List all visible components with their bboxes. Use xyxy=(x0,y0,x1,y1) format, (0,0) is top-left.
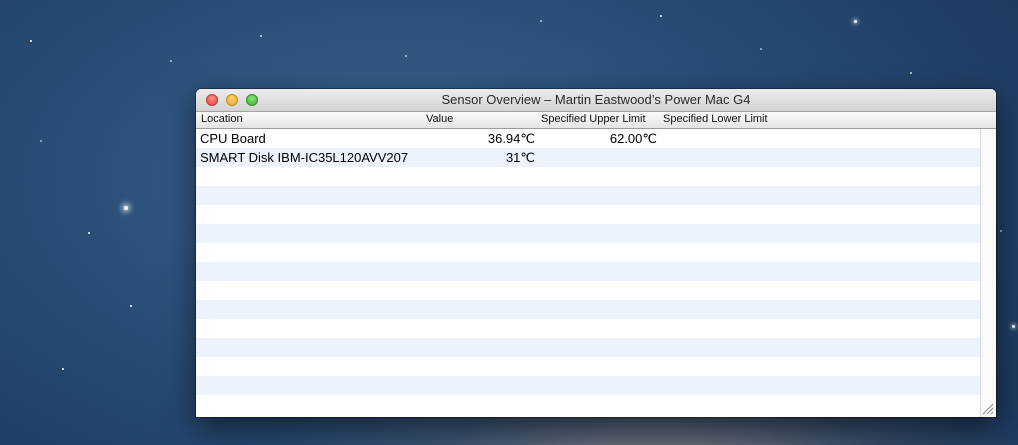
vertical-scrollbar[interactable] xyxy=(980,129,996,417)
star xyxy=(130,305,132,307)
row-location-cell: SMART Disk IBM-IC35L120AVV207 xyxy=(200,150,409,165)
empty-table-row[interactable] xyxy=(196,167,980,186)
title-bar[interactable]: Sensor Overview – Martin Eastwood’s Powe… xyxy=(196,89,996,112)
star xyxy=(1012,325,1015,328)
sensor-table-body: CPU Board 36.94℃ 62.00℃ SMART Disk IBM-IC35… xyxy=(196,129,980,417)
empty-table-row[interactable] xyxy=(196,319,980,338)
star xyxy=(910,72,912,74)
empty-table-row[interactable] xyxy=(196,300,980,319)
star xyxy=(760,48,762,50)
table-header: Location Value Specified Upper Limit Spe… xyxy=(196,112,996,129)
star xyxy=(540,20,542,22)
star xyxy=(260,35,262,37)
empty-table-row[interactable] xyxy=(196,186,980,205)
empty-table-row[interactable] xyxy=(196,243,980,262)
empty-table-row[interactable] xyxy=(196,205,980,224)
window-title: Sensor Overview – Martin Eastwood’s Powe… xyxy=(441,92,751,107)
star xyxy=(854,20,857,23)
empty-table-row[interactable] xyxy=(196,338,980,357)
column-header-upper-limit[interactable]: Specified Upper Limit xyxy=(541,113,646,125)
empty-table-row[interactable] xyxy=(196,357,980,376)
star xyxy=(88,232,90,234)
star xyxy=(40,140,42,142)
star xyxy=(1000,230,1002,232)
star xyxy=(62,368,64,370)
star xyxy=(405,55,407,57)
row-value-cell: 36.94℃ xyxy=(487,131,535,146)
table-row[interactable]: CPU Board 36.94℃ 62.00℃ xyxy=(196,129,980,148)
empty-table-row[interactable] xyxy=(196,224,980,243)
empty-table-row[interactable] xyxy=(196,395,980,414)
star xyxy=(124,206,128,210)
table-row[interactable]: SMART Disk IBM-IC35L120AVV207 31℃ xyxy=(196,148,980,167)
column-header-value[interactable]: Value xyxy=(426,113,453,125)
empty-table-row[interactable] xyxy=(196,281,980,300)
sensor-overview-window: Sensor Overview – Martin Eastwood’s Powe… xyxy=(196,89,996,417)
row-location-cell: CPU Board xyxy=(200,131,266,146)
resize-grip-icon[interactable] xyxy=(982,403,994,415)
column-header-location[interactable]: Location xyxy=(201,113,243,125)
star xyxy=(660,15,662,17)
star xyxy=(170,60,172,62)
empty-table-row[interactable] xyxy=(196,262,980,281)
empty-table-row[interactable] xyxy=(196,376,980,395)
row-value-cell: 31℃ xyxy=(505,150,535,165)
column-header-lower-limit[interactable]: Specified Lower Limit xyxy=(663,113,768,125)
row-upper-limit-cell: 62.00℃ xyxy=(609,131,657,146)
star xyxy=(30,40,32,42)
